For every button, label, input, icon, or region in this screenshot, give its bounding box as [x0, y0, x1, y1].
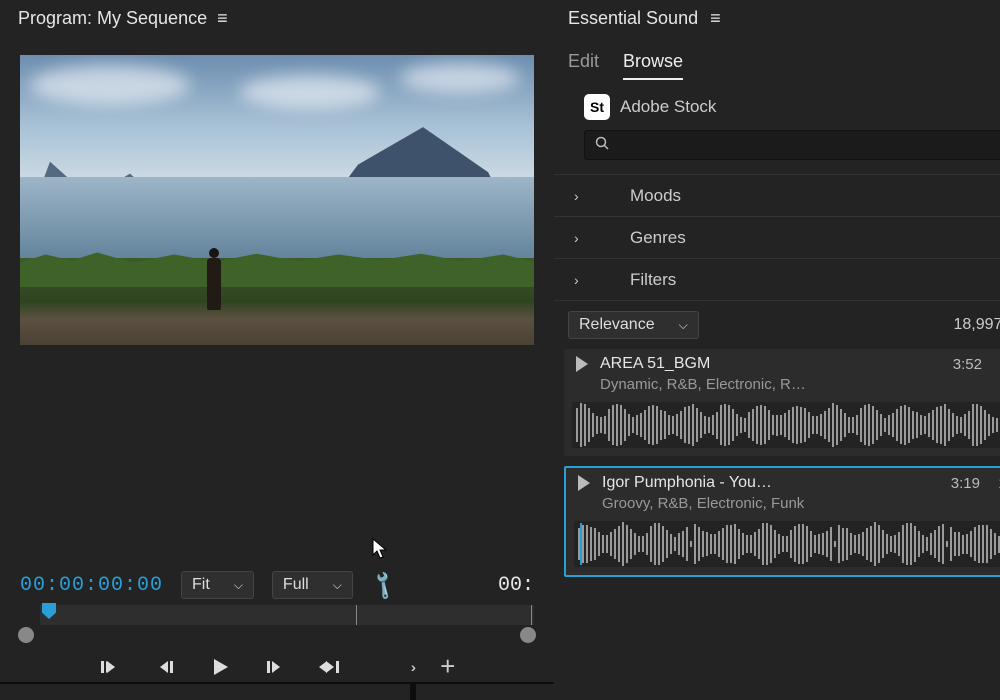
- panel-menu-icon[interactable]: ≡: [217, 8, 228, 29]
- tab-edit[interactable]: Edit: [568, 51, 599, 80]
- program-controls: 00:00:00:00 Fit ⌵ Full ⌵ 🔧 00:: [0, 571, 554, 700]
- essential-sound-panel: Essential Sound ≡ Edit Browse St Adobe S…: [554, 0, 1000, 700]
- timeline-ruler[interactable]: [20, 605, 534, 645]
- tab-browse[interactable]: Browse: [623, 51, 683, 80]
- playhead[interactable]: [42, 603, 56, 619]
- accordion-genres[interactable]: › Genres ↺: [554, 217, 1000, 259]
- panel-menu-icon[interactable]: ≡: [710, 8, 721, 29]
- track-list: AREA 51_BGM 3:52 144 BPM Dynamic, R&B, E…: [554, 345, 1000, 577]
- chevron-right-icon: ›: [574, 188, 602, 204]
- mark-out-button[interactable]: [315, 654, 341, 680]
- program-monitor-panel: Program: My Sequence ≡ 00:00:00:00 Fit ⌵…: [0, 0, 554, 700]
- step-back-button[interactable]: [153, 654, 179, 680]
- track-tags: Groovy, R&B, Electronic, Funk: [602, 495, 804, 512]
- filter-accordions: › Moods ↺ › Genres ↺ › Filters ↺: [554, 174, 1000, 301]
- bottom-panel-tabs: [0, 682, 554, 700]
- zoom-label: Fit: [192, 576, 210, 594]
- settings-icon[interactable]: 🔧: [366, 568, 401, 603]
- waveform[interactable]: [574, 521, 1000, 567]
- play-icon[interactable]: [578, 475, 590, 491]
- program-header: Program: My Sequence ≡: [0, 0, 554, 35]
- track-bpm: 144 BPM: [990, 356, 1000, 373]
- tabs: Edit Browse: [554, 35, 1000, 80]
- waveform[interactable]: [572, 402, 1000, 448]
- resolution-dropdown[interactable]: Full ⌵: [272, 571, 353, 599]
- mark-in-button[interactable]: [99, 654, 125, 680]
- search-field[interactable]: [617, 137, 1000, 154]
- track-title: Igor Pumphonia - Your…: [602, 474, 772, 492]
- adobe-stock-label: Adobe Stock: [620, 97, 716, 117]
- sort-dropdown[interactable]: Relevance ⌵: [568, 311, 699, 339]
- play-button[interactable]: [207, 654, 233, 680]
- video-preview[interactable]: [20, 55, 534, 345]
- chevron-right-icon: ›: [574, 272, 602, 288]
- resolution-label: Full: [283, 576, 309, 594]
- chevron-down-icon: ⌵: [679, 318, 688, 333]
- add-button-icon[interactable]: +: [440, 651, 455, 682]
- more-controls-icon[interactable]: ››: [411, 659, 412, 675]
- chevron-down-icon: ⌵: [333, 578, 342, 593]
- track-title: AREA 51_BGM: [600, 355, 710, 373]
- zoom-handle-left[interactable]: [18, 627, 34, 643]
- zoom-handle-right[interactable]: [520, 627, 536, 643]
- results-count: 18,997 results: [953, 316, 1000, 334]
- step-forward-button[interactable]: [261, 654, 287, 680]
- program-title: Program: My Sequence: [18, 8, 207, 29]
- essential-sound-title: Essential Sound: [568, 8, 698, 29]
- track-item[interactable]: AREA 51_BGM 3:52 144 BPM Dynamic, R&B, E…: [564, 349, 1000, 456]
- zoom-dropdown[interactable]: Fit ⌵: [181, 571, 254, 599]
- sort-label: Relevance: [579, 316, 655, 334]
- accordion-moods[interactable]: › Moods ↺: [554, 175, 1000, 217]
- search-icon: [595, 136, 609, 155]
- current-timecode[interactable]: 00:00:00:00: [20, 574, 163, 597]
- track-tags: Dynamic, R&B, Electronic, R…: [600, 376, 806, 393]
- track-bpm: 100 BPM: [988, 475, 1000, 492]
- track-item[interactable]: Igor Pumphonia - Your… 3:19 100 BPM Groo…: [564, 466, 1000, 577]
- chevron-right-icon: ›: [574, 230, 602, 246]
- chevron-down-icon: ⌵: [234, 578, 243, 593]
- duration-timecode: 00:: [498, 574, 534, 597]
- search-input[interactable]: [584, 130, 1000, 160]
- play-icon[interactable]: [576, 356, 588, 372]
- adobe-stock-icon: St: [584, 94, 610, 120]
- accordion-filters[interactable]: › Filters ↺: [554, 259, 1000, 301]
- track-duration: 3:52: [953, 356, 982, 373]
- track-duration: 3:19: [951, 475, 980, 492]
